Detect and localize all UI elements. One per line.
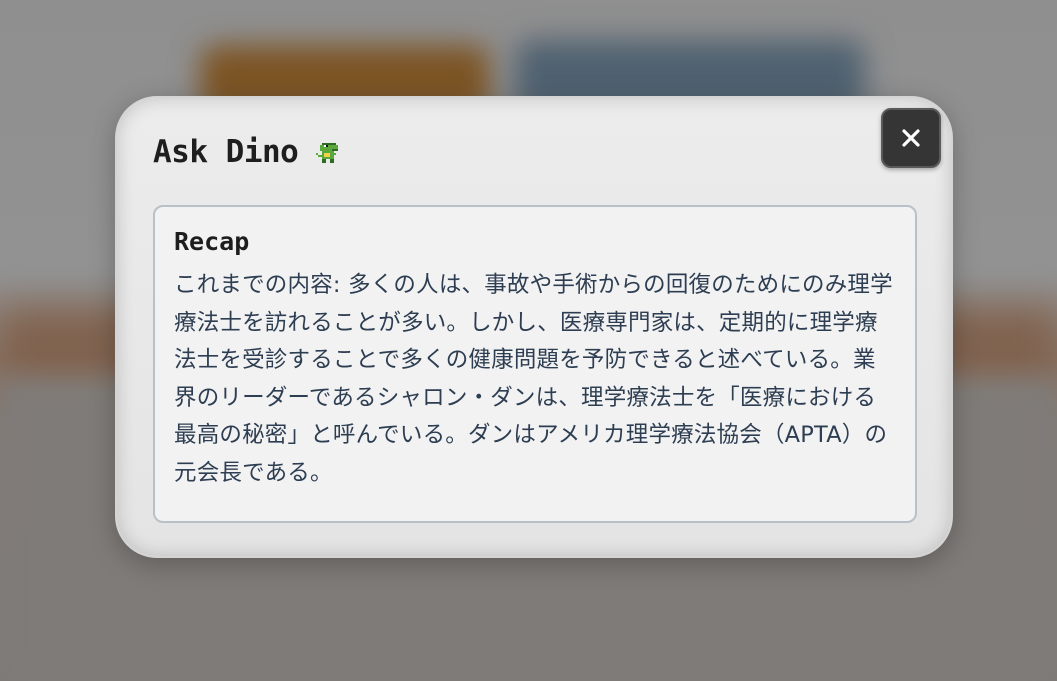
dino-icon: [314, 139, 340, 165]
close-icon: [902, 129, 920, 147]
recap-text: これまでの内容: 多くの人は、事故や手術からの回復のためにのみ理学療法士を訪れる…: [174, 272, 893, 486]
recap-card: Recap これまでの内容: 多くの人は、事故や手術からの回復のためにのみ理学療…: [153, 205, 917, 523]
dialog-title: Ask Dino: [153, 134, 340, 170]
recap-heading: Recap: [174, 227, 250, 256]
close-button[interactable]: [881, 108, 941, 168]
dialog-title-text: Ask Dino: [153, 134, 299, 170]
ask-dino-dialog: Ask Dino Recap これまでの内容: 多くの人は、事故や手術からの回復…: [115, 96, 953, 558]
